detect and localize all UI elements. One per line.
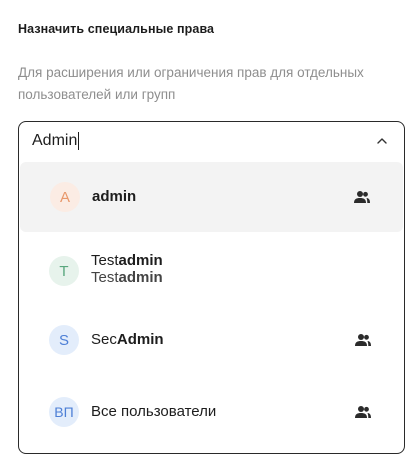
avatar: ВП [49,397,79,427]
option-sublabel: Testadmin [91,269,163,286]
group-icon [355,406,371,418]
option-testadmin[interactable]: T Testadmin Testadmin [19,232,404,307]
section-description: Для расширения или ограничения прав для … [18,65,364,102]
option-label-match: admin [118,252,163,269]
section-title: Назначить специальные права [18,22,215,36]
option-label: Все пользователи [91,403,216,420]
chevron-up-icon[interactable] [376,135,388,147]
group-icon [355,334,371,346]
option-label-prefix: Все пользователи [91,403,217,420]
option-label: SecAdmin [91,331,164,348]
option-all-users[interactable]: ВП Все пользователи [19,377,404,452]
text-caret [78,132,80,150]
avatar-initials: ВП [54,404,74,420]
option-sublabel-prefix: Test [91,269,119,286]
option-label-match: admin [92,188,137,205]
option-admin[interactable]: A admin [20,162,403,232]
option-label-prefix: Test [91,252,119,269]
option-label: admin [92,188,136,205]
option-label: Testadmin Testadmin [91,252,163,286]
group-icon [354,191,370,203]
search-input[interactable]: Admin [19,122,404,160]
option-sublabel-match: admin [118,269,163,286]
avatar-initials: A [59,188,70,206]
option-secadmin[interactable]: S SecAdmin [19,307,404,377]
search-input-value: Admin [32,132,78,149]
option-label-prefix: Sec [91,331,117,348]
avatar-initials: S [58,331,69,349]
avatar: A [50,182,80,212]
avatar: S [49,325,79,355]
option-label-match: Admin [116,331,164,348]
avatar-initials: T [59,262,69,280]
user-group-combobox[interactable]: Admin A admin T Testadmin Testadmin S Se… [18,121,405,454]
avatar: T [49,256,79,286]
